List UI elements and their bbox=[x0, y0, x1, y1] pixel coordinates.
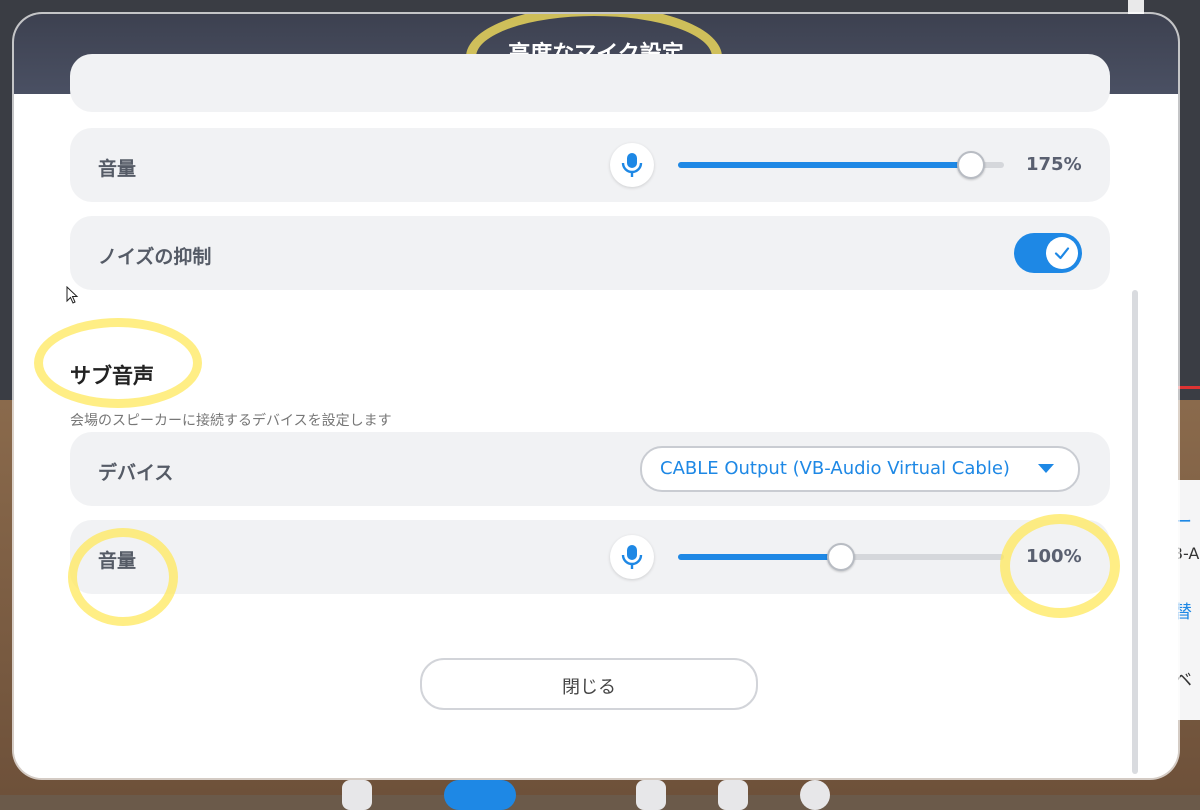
primary-volume-slider[interactable] bbox=[678, 151, 1004, 179]
speaker-icon[interactable] bbox=[444, 780, 516, 810]
section-title-highlight-mark bbox=[34, 318, 202, 408]
noise-suppression-row: ノイズの抑制 bbox=[70, 216, 1110, 290]
check-icon bbox=[1054, 247, 1070, 260]
emoji-icon[interactable] bbox=[800, 780, 830, 810]
device-select[interactable]: CABLE Output (VB-Audio Virtual Cable) bbox=[640, 446, 1080, 492]
primary-volume-slider-thumb[interactable] bbox=[957, 151, 986, 179]
noise-suppression-toggle[interactable] bbox=[1014, 233, 1082, 273]
primary-volume-row: 音量 175% bbox=[70, 128, 1110, 202]
sub-volume-label-highlight-mark bbox=[68, 528, 178, 626]
device-select-value: CABLE Output (VB-Audio Virtual Cable) bbox=[660, 458, 1010, 479]
close-button-label: 閉じる bbox=[562, 677, 616, 698]
sub-volume-value-highlight-mark bbox=[1000, 514, 1120, 618]
sub-volume-row: 音量 100% bbox=[70, 520, 1110, 594]
sub-volume-slider-thumb[interactable] bbox=[827, 543, 855, 571]
advanced-mic-settings-dialog: 高度なマイク設定 音量 175% ノイズの抑制 bbox=[14, 14, 1178, 778]
sub-audio-description: 会場のスピーカーに接続するデバイスを設定します bbox=[70, 413, 392, 429]
camera-toggle-icon[interactable] bbox=[342, 780, 372, 810]
toggle-knob bbox=[1046, 237, 1078, 269]
primary-volume-slider-fill bbox=[678, 162, 972, 168]
mouse-cursor-icon bbox=[66, 286, 79, 304]
chevron-down-icon bbox=[1038, 464, 1054, 473]
noise-suppression-label: ノイズの抑制 bbox=[98, 246, 212, 268]
dialog-content: 音量 175% ノイズの抑制 サブ音声 会場のスピーカーに接続するデバイスを設定… bbox=[14, 54, 1178, 778]
close-button[interactable]: 閉じる bbox=[420, 658, 758, 710]
clipped-row bbox=[70, 54, 1110, 112]
sub-audio-device-row: デバイス CABLE Output (VB-Audio Virtual Cabl… bbox=[70, 432, 1110, 506]
sub-volume-slider-fill bbox=[678, 554, 841, 560]
sub-volume-slider[interactable] bbox=[678, 543, 1004, 571]
mic-icon[interactable] bbox=[610, 535, 654, 579]
gift-icon[interactable] bbox=[718, 780, 748, 810]
dialog-scrollbar[interactable] bbox=[1132, 290, 1138, 774]
primary-volume-label: 音量 bbox=[98, 158, 137, 180]
mic-icon[interactable] bbox=[610, 143, 654, 187]
primary-volume-value: 175% bbox=[1026, 154, 1082, 175]
screenshot-icon[interactable] bbox=[636, 780, 666, 810]
device-label: デバイス bbox=[98, 462, 174, 484]
